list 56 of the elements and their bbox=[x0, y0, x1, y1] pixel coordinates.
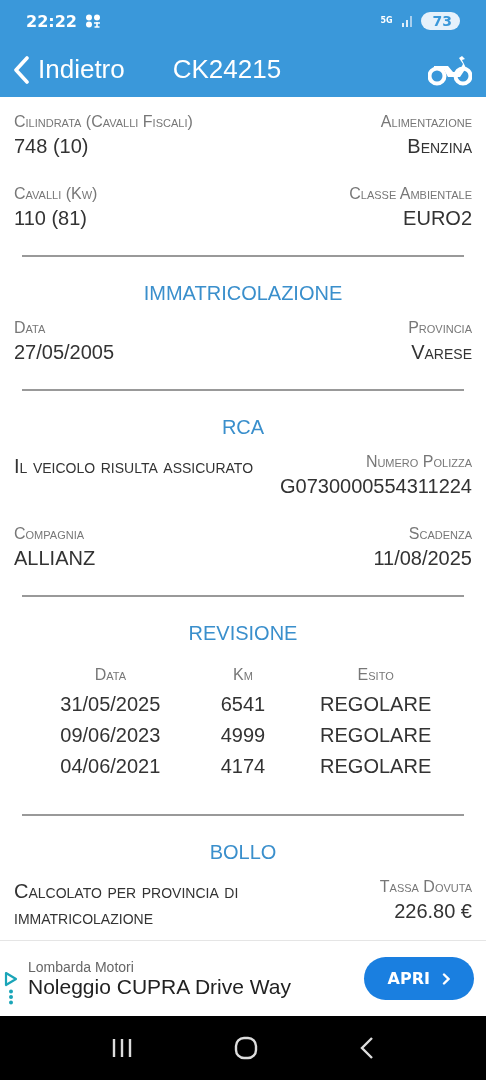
field-value: Varese bbox=[411, 340, 472, 365]
field-value: G0730000554311224 bbox=[279, 474, 472, 499]
ad-choices-icon[interactable] bbox=[4, 970, 18, 987]
field-value: 27/05/2005 bbox=[14, 340, 116, 365]
field-label: Provincia bbox=[408, 318, 472, 338]
chevron-left-icon bbox=[12, 55, 30, 84]
column-header: Km bbox=[232, 665, 254, 685]
field-label: Numero Polizza bbox=[365, 452, 472, 472]
page-title: CK24215 bbox=[172, 54, 283, 85]
field-value: EURO2 bbox=[403, 206, 472, 231]
field-value: Benzina bbox=[407, 134, 472, 159]
app-dots-icon bbox=[84, 14, 101, 28]
field-value: ALLIANZ bbox=[14, 546, 97, 571]
back-icon[interactable] bbox=[359, 1036, 376, 1060]
open-button[interactable]: APRI bbox=[363, 957, 474, 1000]
section-heading: BOLLO bbox=[208, 840, 278, 865]
column-header: Data bbox=[93, 665, 127, 685]
signal-icon bbox=[400, 15, 413, 27]
field-note: Calcolato per provincia di immatricolazione bbox=[14, 879, 240, 930]
field-label: Scadenza bbox=[408, 524, 472, 544]
field-label: Compagnia bbox=[14, 524, 86, 544]
back-button[interactable]: Indietro bbox=[12, 54, 125, 85]
field-value: 226.80 € bbox=[394, 899, 472, 924]
field-value: 11/08/2025 bbox=[373, 546, 472, 571]
field-label: Alimentazione bbox=[380, 112, 472, 132]
ad-headline: Noleggio CUPRA Drive Way bbox=[28, 974, 292, 999]
table-cell-text: REGOLARE bbox=[319, 723, 433, 748]
home-icon[interactable] bbox=[234, 1036, 258, 1060]
field-label: Cavalli (Kw) bbox=[14, 184, 99, 204]
field-value: 748 (10) bbox=[14, 134, 90, 159]
field-note: Il veicolo risulta assicurato bbox=[14, 454, 255, 479]
motorcycle-icon[interactable] bbox=[428, 53, 472, 86]
section-heading: REVISIONE bbox=[187, 621, 299, 646]
chevron-right-icon bbox=[442, 972, 450, 985]
battery-indicator: 73 bbox=[420, 12, 460, 30]
more-icon[interactable] bbox=[8, 988, 14, 1005]
status-time: 22:22 bbox=[26, 11, 77, 31]
column-header: Esito bbox=[356, 665, 395, 685]
field-label: Tassa Dovuta bbox=[379, 877, 472, 897]
section-heading: IMMATRICOLAZIONE bbox=[142, 281, 344, 306]
table-cell-text: REGOLARE bbox=[319, 692, 433, 717]
table-cell-text: 6541 bbox=[219, 692, 267, 717]
table-cell-text: 4174 bbox=[219, 754, 267, 779]
field-label: Cilindrata (Cavalli Fiscali) bbox=[14, 112, 194, 132]
section-heading: RCA bbox=[220, 415, 266, 440]
field-label: Data bbox=[14, 318, 47, 338]
table-cell-text: 4999 bbox=[219, 723, 267, 748]
field-label: Classe Ambientale bbox=[349, 184, 472, 204]
table-cell-text: 04/06/2021 bbox=[59, 754, 162, 779]
advertiser-name: Lombarda Motori bbox=[28, 958, 135, 975]
recent-apps-icon[interactable] bbox=[110, 1038, 133, 1058]
table-cell-text: 31/05/2025 bbox=[59, 692, 162, 717]
table-cell-text: REGOLARE bbox=[319, 754, 433, 779]
network-label: 5G bbox=[380, 17, 393, 25]
table-cell-text: 09/06/2023 bbox=[59, 723, 162, 748]
field-value: 110 (81) bbox=[14, 206, 88, 231]
